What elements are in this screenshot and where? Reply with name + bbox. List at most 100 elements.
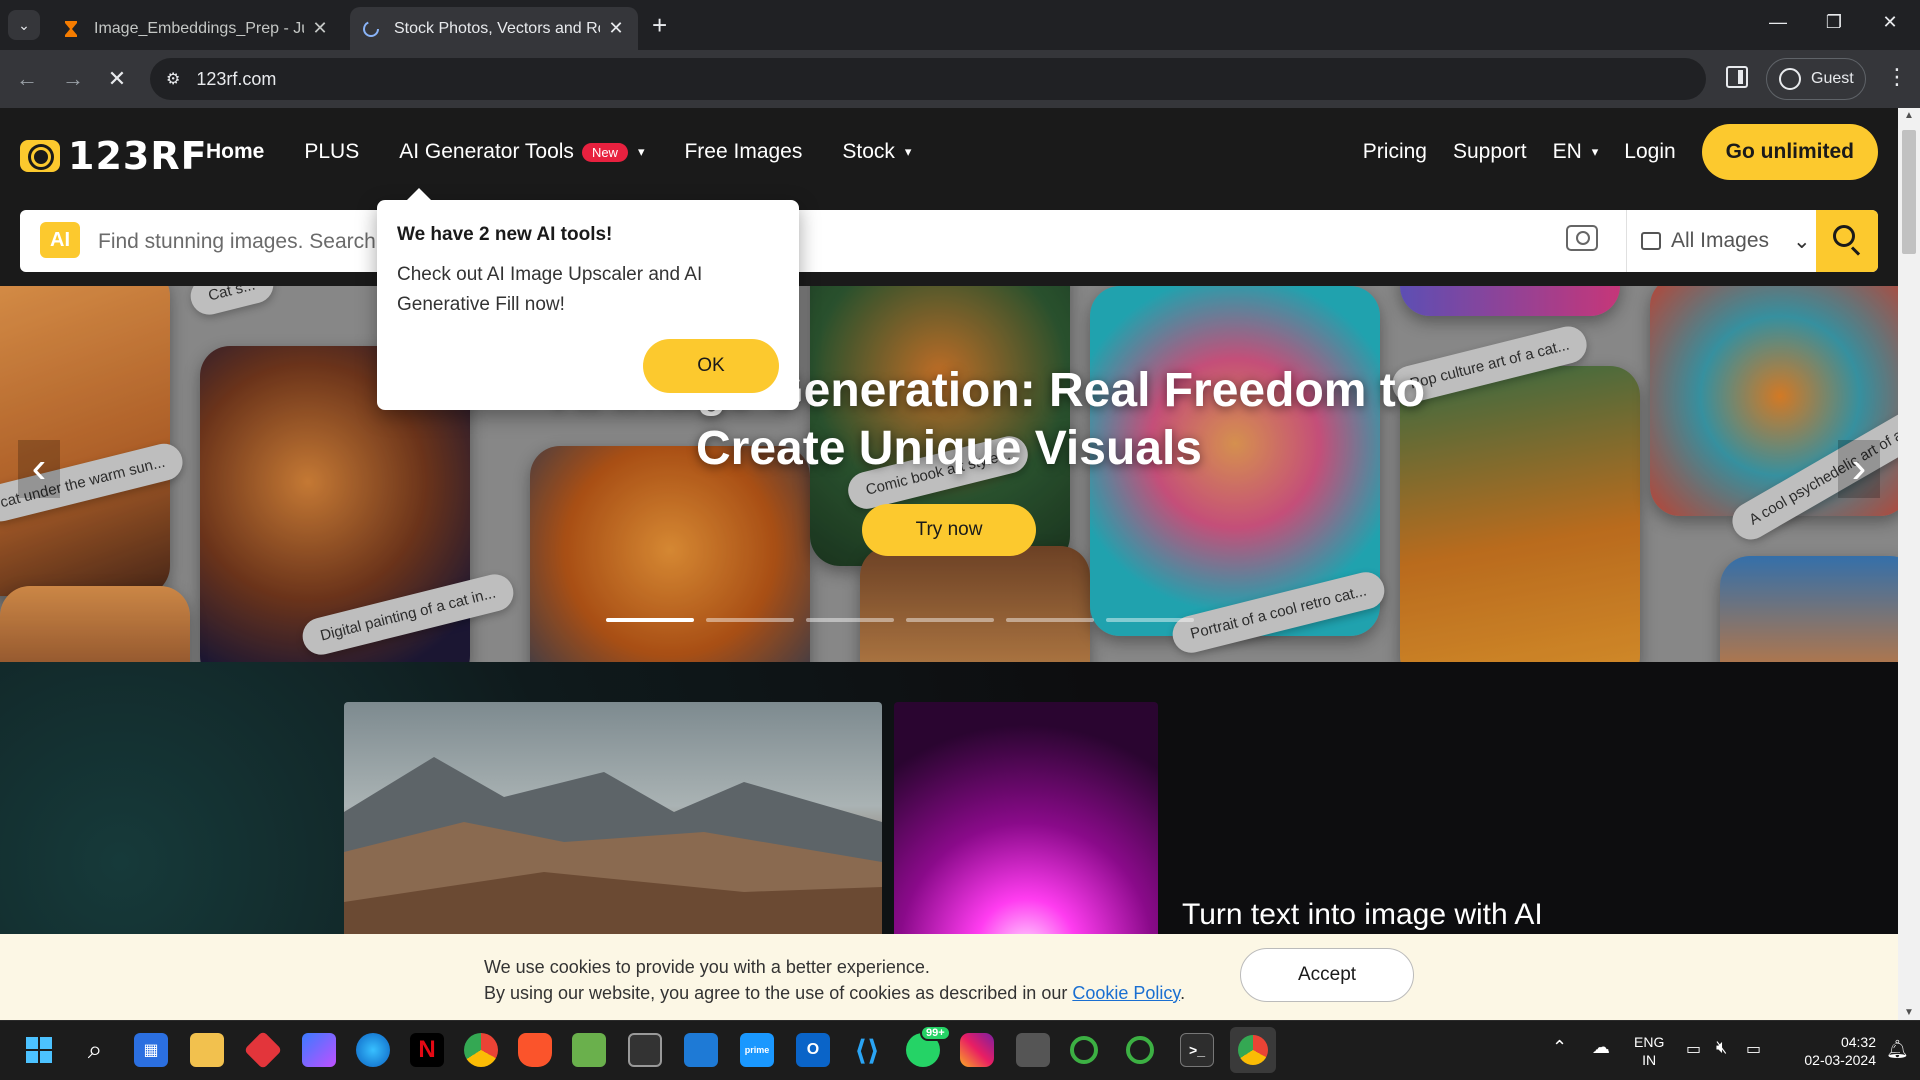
main-nav: Home PLUS AI Generator Tools New ▾ Free … xyxy=(206,140,911,164)
language-indicator[interactable]: ENG IN xyxy=(1634,1033,1664,1069)
carousel-dot[interactable] xyxy=(906,618,994,622)
cmd-terminal-icon[interactable]: >_ xyxy=(1180,1033,1214,1067)
whatsapp-icon[interactable]: 99+ xyxy=(906,1025,951,1067)
scroll-up-icon[interactable]: ▲ xyxy=(1904,110,1914,121)
file-explorer-icon[interactable] xyxy=(190,1033,224,1067)
carousel-dot[interactable] xyxy=(706,618,794,622)
site-header: 123RF Home PLUS AI Generator Tools New ▾… xyxy=(0,108,1898,286)
tab-123rf[interactable]: Stock Photos, Vectors and Royalty ✕ xyxy=(350,7,638,50)
clock-date: 02-03-2024 xyxy=(1804,1052,1876,1068)
copilot-icon[interactable] xyxy=(302,1033,336,1067)
nav-stock-label: Stock xyxy=(842,140,895,163)
new-tab-button[interactable]: + xyxy=(652,12,667,38)
site-logo[interactable]: 123RF xyxy=(20,134,208,178)
chevron-down-icon: ▾ xyxy=(1591,144,1599,159)
carousel-prev-icon[interactable]: ‹ xyxy=(18,440,60,498)
lang-line2: IN xyxy=(1642,1052,1657,1068)
cookie-line1: We use cookies to provide you with a bet… xyxy=(484,957,930,977)
whatsapp-badge: 99+ xyxy=(920,1025,951,1041)
carousel-next-icon[interactable]: › xyxy=(1838,440,1880,498)
hourglass-icon xyxy=(65,20,77,37)
netflix-icon[interactable]: N xyxy=(410,1033,444,1067)
cookie-text: We use cookies to provide you with a bet… xyxy=(484,954,1185,1006)
popup-heading: We have 2 new AI tools! xyxy=(397,224,613,245)
nav-home[interactable]: Home xyxy=(206,140,264,164)
chevron-down-icon: ⌄ xyxy=(1793,229,1811,253)
app-red-icon[interactable] xyxy=(243,1030,283,1070)
menu-kebab-icon[interactable]: ⋮ xyxy=(1886,64,1908,90)
nav-ai-tools[interactable]: AI Generator Tools New ▾ xyxy=(399,140,644,164)
restore-button[interactable]: ❐ xyxy=(1814,12,1854,33)
chrome-active-button[interactable] xyxy=(1230,1027,1276,1073)
ai-search-icon[interactable]: AI xyxy=(40,222,80,258)
terminal-dark-icon[interactable] xyxy=(628,1033,662,1067)
camera-search-icon[interactable] xyxy=(1566,225,1598,251)
search-icon xyxy=(1833,225,1855,247)
search-input[interactable]: Find stunning images. Search by xyxy=(98,230,404,254)
nav-plus[interactable]: PLUS xyxy=(304,140,359,164)
notepad-app-icon[interactable] xyxy=(572,1033,606,1067)
green-ring-icon[interactable] xyxy=(1126,1036,1154,1064)
profile-button[interactable]: Guest xyxy=(1766,58,1866,100)
outlook-icon[interactable]: O xyxy=(796,1033,830,1067)
close-tab-icon[interactable]: ✕ xyxy=(606,18,626,39)
logo-camera-icon xyxy=(20,140,60,172)
back-button[interactable]: ← xyxy=(10,62,44,96)
edge-icon[interactable] xyxy=(356,1033,390,1067)
carousel-dot[interactable] xyxy=(1006,618,1094,622)
instagram-icon[interactable] xyxy=(960,1033,994,1067)
showcase-image-mountains[interactable] xyxy=(344,702,882,962)
cookie-line2-end: . xyxy=(1180,983,1186,1003)
go-unlimited-button[interactable]: Go unlimited xyxy=(1701,124,1878,180)
vscode-icon[interactable]: ⟨⟩ xyxy=(850,1033,884,1067)
login-link[interactable]: Login xyxy=(1624,140,1675,164)
address-bar[interactable]: ⚙ 123rf.com xyxy=(150,58,1706,100)
tab-jupyter[interactable]: Image_Embeddings_Prep - Jupyter ✕ xyxy=(50,7,342,50)
carousel-dot[interactable] xyxy=(1106,618,1194,622)
show-hidden-icons[interactable]: ⌃ xyxy=(1552,1037,1567,1058)
showcase-image-burst[interactable] xyxy=(894,702,1158,962)
site-info-icon[interactable]: ⚙ xyxy=(166,69,180,89)
calendar-app-icon[interactable] xyxy=(684,1033,718,1067)
cookie-line2-text: By using our website, you agree to the u… xyxy=(484,983,1073,1003)
search-button[interactable] xyxy=(1816,210,1878,272)
nav-support[interactable]: Support xyxy=(1453,140,1527,164)
console-icon[interactable] xyxy=(1016,1033,1050,1067)
network-icon[interactable]: ▭ xyxy=(1686,1039,1701,1059)
close-window-button[interactable]: ✕ xyxy=(1870,12,1910,33)
try-now-button[interactable]: Try now xyxy=(862,504,1036,556)
minimize-button[interactable]: — xyxy=(1758,12,1798,33)
nav-pricing[interactable]: Pricing xyxy=(1363,140,1427,164)
volume-muted-icon[interactable]: 🔇︎ xyxy=(1716,1037,1727,1058)
prime-video-icon[interactable]: prime xyxy=(740,1033,774,1067)
store-icon[interactable]: ▦ xyxy=(134,1033,168,1067)
language-selector[interactable]: EN ▾ xyxy=(1553,140,1599,164)
green-ring-icon[interactable] xyxy=(1070,1036,1098,1064)
nav-free-images[interactable]: Free Images xyxy=(684,140,802,164)
nav-stock[interactable]: Stock ▾ xyxy=(842,140,911,164)
stop-loading-button[interactable]: ✕ xyxy=(100,62,134,96)
carousel-dot[interactable] xyxy=(806,618,894,622)
tab-search-button[interactable]: ⌄ xyxy=(8,10,40,40)
scroll-down-icon[interactable]: ▼ xyxy=(1904,1007,1914,1018)
carousel-dot[interactable] xyxy=(606,618,694,622)
forward-button[interactable]: → xyxy=(56,62,90,96)
clock-time: 04:32 xyxy=(1840,1034,1876,1050)
clock[interactable]: 04:32 02-03-2024 xyxy=(1786,1033,1876,1069)
search-icon[interactable]: ⌕ xyxy=(78,1033,112,1067)
windows-start-icon[interactable] xyxy=(22,1033,56,1067)
brave-icon[interactable] xyxy=(518,1033,552,1067)
battery-icon[interactable]: ▭ xyxy=(1746,1039,1761,1059)
hero-title-line1: AI Image Generation: Real Freedom to xyxy=(552,364,1426,417)
notification-bell-icon[interactable]: 🔔︎ xyxy=(1886,1039,1909,1060)
chrome-icon[interactable] xyxy=(464,1033,498,1067)
cookie-policy-link[interactable]: Cookie Policy xyxy=(1072,983,1180,1003)
side-panel-icon[interactable] xyxy=(1726,66,1748,88)
close-tab-icon[interactable]: ✕ xyxy=(310,18,330,39)
popup-ok-button[interactable]: OK xyxy=(643,339,779,393)
page-scrollbar[interactable]: ▲ ▼ xyxy=(1898,108,1920,1020)
onedrive-cloud-icon[interactable]: ☁ xyxy=(1592,1037,1610,1058)
cookie-accept-button[interactable]: Accept xyxy=(1240,948,1414,1002)
image-type-select[interactable]: All Images ⌄ xyxy=(1626,210,1816,272)
scrollbar-thumb[interactable] xyxy=(1902,130,1916,254)
